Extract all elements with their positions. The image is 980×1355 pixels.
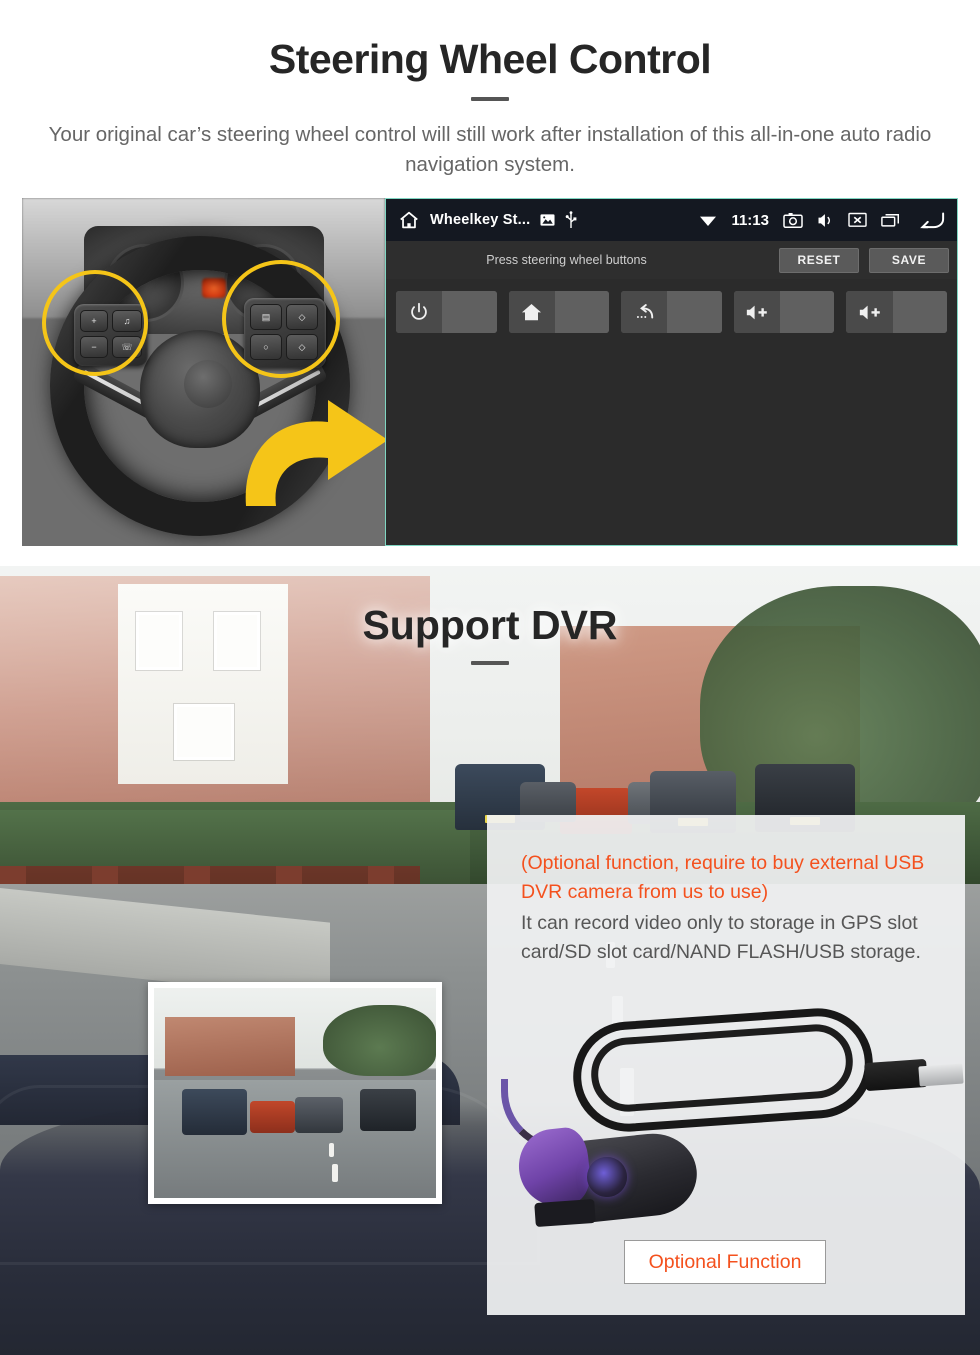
steering-wheel-control-section: Steering Wheel Control Your original car… <box>0 0 980 566</box>
home-icon <box>508 291 555 333</box>
wheelkey-cell-volume-up-2[interactable] <box>846 291 947 333</box>
dvr-info-panel: (Optional function, require to buy exter… <box>487 815 965 1315</box>
camera-mount-bracket <box>534 1198 596 1228</box>
wheelkey-cell-back[interactable] <box>621 291 722 333</box>
inset-vehicle <box>359 1088 417 1131</box>
wheelkey-cell-volume-up-1[interactable] <box>733 291 835 333</box>
inset-vehicle <box>249 1101 295 1133</box>
home-icon[interactable] <box>398 209 420 231</box>
page-subtitle: Your original car’s steering wheel contr… <box>48 123 932 176</box>
inset-vehicle <box>295 1097 343 1133</box>
inset-trees <box>323 1004 436 1077</box>
inset-houses <box>165 1017 295 1077</box>
save-button[interactable]: SAVE <box>869 247 949 273</box>
page-title: Steering Wheel Control <box>268 36 712 82</box>
camera-lens-glass <box>587 1157 627 1197</box>
recent-apps-icon[interactable] <box>881 212 901 228</box>
dvr-storage-note: It can record video only to storage in G… <box>521 912 921 963</box>
media-band: + − ♫ ☏ ▤ ○ ◇ ◇ Wheelkey St... 11:13 Pre… <box>22 198 958 546</box>
wheelkey-cell-home[interactable] <box>508 291 610 333</box>
dvr-preview-inset <box>148 982 442 1204</box>
steering-wheel-photo: + − ♫ ☏ ▤ ○ ◇ ◇ <box>22 198 385 546</box>
section-title-divider <box>471 661 509 665</box>
wheelkey-value-power <box>442 291 497 333</box>
screen-off-icon[interactable] <box>848 212 867 229</box>
usb-icon <box>565 211 577 229</box>
back-icon <box>621 291 668 333</box>
dvr-description: (Optional function, require to buy exter… <box>521 849 939 967</box>
reset-button[interactable]: RESET <box>779 247 859 273</box>
dvr-preview-frame <box>154 988 436 1198</box>
head-unit-screen: Wheelkey St... 11:13 Press steering whee… <box>385 198 958 546</box>
wheelkey-value-volume-up-2 <box>892 291 947 333</box>
image-icon <box>540 213 555 227</box>
highlight-circle-right <box>222 260 340 378</box>
pointer-arrow <box>232 388 385 518</box>
wheelkey-value-volume-up-1 <box>780 291 835 333</box>
inset-lane-marking <box>331 1164 338 1183</box>
usb-plug-contacts <box>918 1063 964 1087</box>
android-status-bar: Wheelkey St... 11:13 <box>386 199 957 241</box>
airbag-emblem <box>184 360 232 408</box>
camera-icon[interactable] <box>783 212 803 229</box>
usb-dvr-camera-image <box>487 1005 965 1255</box>
inset-vehicle <box>182 1088 248 1135</box>
highlight-circle-left <box>42 270 148 376</box>
status-clock: 11:13 <box>731 211 769 229</box>
inset-lane-marking <box>328 1143 334 1158</box>
product-detail-page: Steering Wheel Control Your original car… <box>0 0 980 1355</box>
support-dvr-section: Support DVR (Optional function, require … <box>0 566 980 1355</box>
window <box>174 704 234 760</box>
volume-up-icon <box>846 291 893 333</box>
wheelkey-command-bar: Press steering wheel buttons RESET SAVE <box>386 241 957 279</box>
wheelkey-cell-power[interactable] <box>396 291 497 333</box>
wheelkey-value-back <box>667 291 722 333</box>
wifi-icon <box>699 213 717 227</box>
section-title: Support DVR <box>362 602 618 648</box>
speaker-mute-icon[interactable] <box>817 212 834 229</box>
status-app-title: Wheelkey St... <box>430 212 531 228</box>
power-icon <box>396 291 443 333</box>
wheelkey-assignment-grid <box>386 279 957 333</box>
title-divider <box>471 97 509 101</box>
wheelkey-value-home <box>554 291 610 333</box>
back-arrow-icon[interactable] <box>915 209 945 231</box>
volume-up-icon <box>733 291 781 333</box>
dvr-optional-note: (Optional function, require to buy exter… <box>521 852 925 903</box>
optional-function-button[interactable]: Optional Function <box>624 1240 826 1284</box>
